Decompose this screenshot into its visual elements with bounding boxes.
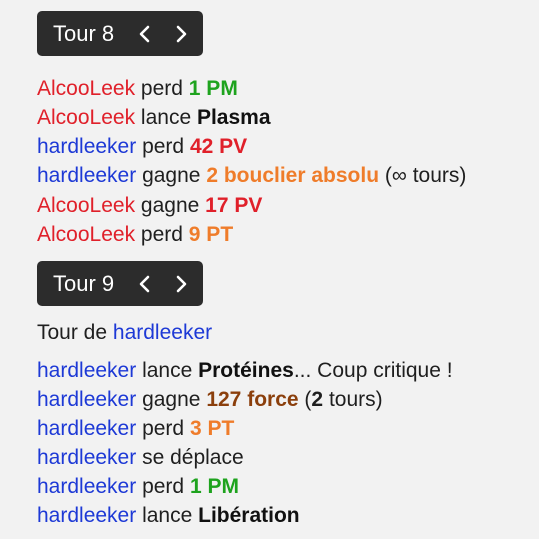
- paren-open: (: [384, 164, 392, 187]
- action-verb: gagne: [142, 388, 201, 411]
- duration-suffix: tours): [328, 388, 383, 411]
- turn-9-header: Tour 9: [37, 261, 203, 306]
- turn-9-title: Tour 9: [53, 270, 115, 296]
- action-value: 1 PM: [188, 77, 238, 100]
- log-entry: hardleeker gagne 2 bouclier absolu (∞ to…: [37, 161, 466, 190]
- turn-8-header: Tour 8: [37, 11, 203, 56]
- player-name[interactable]: hardleeker: [37, 417, 136, 440]
- player-name[interactable]: hardleeker: [37, 475, 136, 498]
- log-entry: hardleeker perd 3 PT: [37, 414, 234, 443]
- action-value: 2 bouclier absolu: [206, 164, 380, 187]
- log-entry: hardleeker lance Protéines... Coup criti…: [37, 356, 453, 385]
- action-value: 1 PM: [189, 475, 239, 498]
- action-verb: perd: [140, 77, 183, 100]
- turn-intro: Tour de hardleeker: [37, 318, 212, 347]
- duration: (2 tours): [304, 388, 382, 411]
- action-verb: gagne: [142, 164, 201, 187]
- turn-9-prev-button[interactable]: [127, 261, 163, 306]
- player-name[interactable]: hardleeker: [37, 135, 136, 158]
- turn-8-next-button[interactable]: [163, 11, 199, 56]
- log-entry: hardleeker gagne 127 force (2 tours): [37, 385, 383, 414]
- chevron-right-icon: [176, 275, 187, 292]
- player-name[interactable]: hardleeker: [37, 388, 136, 411]
- action-verb: se déplace: [142, 446, 244, 469]
- log-entry: hardleeker perd 42 PV: [37, 132, 247, 161]
- turn-8-prev-button[interactable]: [127, 11, 163, 56]
- chip-name: Libération: [198, 504, 300, 527]
- chevron-left-icon: [139, 25, 150, 42]
- turn-intro-prefix: Tour de: [37, 321, 108, 344]
- action-value: 127 force: [206, 388, 299, 411]
- chip-name: Protéines: [198, 359, 294, 382]
- chevron-right-icon: [176, 25, 187, 42]
- infinity-symbol: ∞: [391, 164, 407, 187]
- action-verb: gagne: [140, 194, 200, 217]
- duration-suffix: tours): [412, 164, 467, 187]
- duration-count: 2: [311, 388, 324, 411]
- action-value: 17 PV: [205, 194, 263, 217]
- turn-9-next-button[interactable]: [163, 261, 199, 306]
- player-name[interactable]: hardleeker: [37, 446, 136, 469]
- log-entry: hardleeker lance Libération: [37, 501, 300, 530]
- action-verb: lance: [142, 504, 193, 527]
- log-entry: AlcooLeek lance Plasma: [37, 103, 271, 132]
- log-entry: hardleeker perd 1 PM: [37, 472, 239, 501]
- log-entry: AlcooLeek gagne 17 PV: [37, 191, 262, 220]
- action-value: 3 PT: [189, 417, 235, 440]
- action-verb: perd: [142, 417, 185, 440]
- player-name[interactable]: AlcooLeek: [37, 77, 135, 100]
- player-name[interactable]: hardleeker: [113, 321, 212, 344]
- log-entry: AlcooLeek perd 1 PM: [37, 74, 238, 103]
- log-entry: AlcooLeek perd 9 PT: [37, 220, 233, 249]
- action-verb: perd: [140, 223, 183, 246]
- action-verb: perd: [142, 475, 185, 498]
- critical-text: ... Coup critique !: [293, 359, 453, 382]
- player-name[interactable]: AlcooLeek: [37, 223, 135, 246]
- action-value: 42 PV: [189, 135, 248, 158]
- action-verb: lance: [142, 359, 193, 382]
- player-name[interactable]: AlcooLeek: [37, 194, 135, 217]
- action-verb: perd: [142, 135, 185, 158]
- player-name[interactable]: hardleeker: [37, 359, 136, 382]
- player-name[interactable]: hardleeker: [37, 164, 136, 187]
- player-name[interactable]: AlcooLeek: [37, 106, 135, 129]
- action-verb: lance: [140, 106, 192, 129]
- duration: (∞ tours): [385, 164, 467, 187]
- action-value: 9 PT: [188, 223, 234, 246]
- chip-name: Plasma: [196, 106, 271, 129]
- log-entry: hardleeker se déplace: [37, 443, 244, 472]
- turn-8-title: Tour 8: [53, 20, 115, 46]
- chevron-left-icon: [139, 275, 150, 292]
- player-name[interactable]: hardleeker: [37, 504, 136, 527]
